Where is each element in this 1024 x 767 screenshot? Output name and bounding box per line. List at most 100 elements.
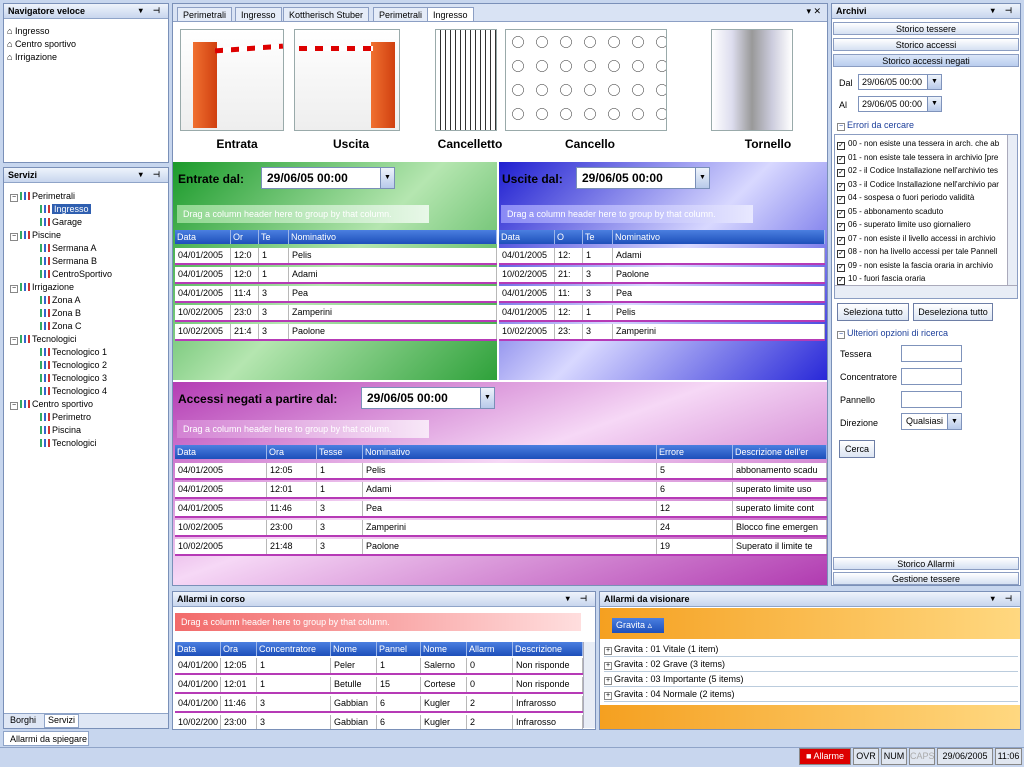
col-nominativo[interactable]: Nominativo: [613, 230, 825, 244]
doc-tab-perimetrali-2[interactable]: Perimetrali: [373, 7, 429, 21]
doc-tab-kottherisch[interactable]: Kottherisch Stuber: [283, 7, 370, 21]
doc-tab-perimetrali[interactable]: Perimetrali: [177, 7, 233, 21]
col-nominativo[interactable]: Nominativo: [363, 445, 657, 459]
gravita-group-row[interactable]: + Gravita : 03 Importante (5 items): [604, 673, 1018, 687]
table-row[interactable]: 04/01/2005 12:0 1 Adami: [175, 267, 497, 284]
col-ora[interactable]: Ora: [221, 642, 257, 656]
uscite-date-picker[interactable]: 29/06/05 00:00 ▼: [576, 167, 710, 189]
table-row[interactable]: 10/02/2005 21: 3 Paolone: [499, 267, 825, 284]
tree-leaf[interactable]: Tecnologico 3: [40, 372, 107, 384]
chevron-down-icon[interactable]: ▼: [380, 168, 394, 188]
col-nome[interactable]: Nome: [331, 642, 377, 656]
col-data[interactable]: Data: [175, 642, 221, 656]
device-tornello-image[interactable]: [711, 29, 793, 131]
gravita-group-row[interactable]: + Gravita : 01 Vitale (1 item): [604, 643, 1018, 657]
negati-group-hint[interactable]: Drag a column header here to group by th…: [177, 420, 429, 438]
tree-leaf[interactable]: Tecnologici: [40, 437, 97, 449]
tree-leaf[interactable]: Tecnologico 4: [40, 385, 107, 397]
col-nominativo[interactable]: Nominativo: [289, 230, 497, 244]
chevron-down-icon[interactable]: ▼: [480, 388, 494, 408]
checkbox-checked-icon[interactable]: ✓: [837, 277, 845, 285]
device-uscita-image[interactable]: [294, 29, 400, 131]
expand-icon[interactable]: +: [604, 662, 612, 670]
tree-node[interactable]: − Centro sportivo: [10, 398, 93, 410]
errore-checkbox-item[interactable]: ✓ 10 - fuori fascia oraria: [837, 272, 1007, 285]
checkbox-checked-icon[interactable]: ✓: [837, 196, 845, 204]
col-concentratore[interactable]: Concentratore: [257, 642, 331, 656]
device-cancelletto-image[interactable]: [435, 29, 497, 131]
checkbox-checked-icon[interactable]: ✓: [837, 209, 845, 218]
table-row[interactable]: 04/01/2005 11: 3 Pea: [499, 286, 825, 303]
table-row[interactable]: 04/01/2005 12:01 1 Adami 6 superato limite us…: [175, 482, 827, 499]
tessera-input[interactable]: [901, 345, 962, 362]
tree-leaf[interactable]: Sermana B: [40, 255, 97, 267]
tree-leaf[interactable]: Zona B: [40, 307, 81, 319]
checkbox-checked-icon[interactable]: ✓: [837, 236, 845, 245]
tree-leaf[interactable]: Piscina: [40, 424, 81, 436]
cerca-button[interactable]: Cerca: [839, 440, 875, 458]
chevron-down-icon[interactable]: ▼: [695, 168, 709, 188]
chevron-down-icon[interactable]: ▼: [947, 414, 961, 429]
tree-leaf[interactable]: Ingresso: [40, 203, 91, 215]
collapse-icon[interactable]: −: [10, 337, 18, 345]
allarmi-scrollbar[interactable]: [583, 642, 595, 728]
tree-leaf[interactable]: Zona A: [40, 294, 81, 306]
tree-leaf[interactable]: Sermana A: [40, 242, 97, 254]
tree-leaf[interactable]: Tecnologico 2: [40, 359, 107, 371]
table-row[interactable]: 04/01/2005 12:05 1 Pelis 5 abbonamento scadu: [175, 463, 827, 480]
concentratore-input[interactable]: [901, 368, 962, 385]
device-cancello-image[interactable]: [505, 29, 667, 131]
negati-date-picker[interactable]: 29/06/05 00:00 ▼: [361, 387, 495, 409]
deseleziona-tutto-button[interactable]: Deseleziona tutto: [913, 303, 993, 321]
col-data[interactable]: Data: [175, 230, 231, 244]
checkbox-checked-icon[interactable]: ✓: [837, 263, 845, 272]
storico-tessere-button[interactable]: Storico tessere: [833, 22, 1019, 35]
nav-item-centro-sportivo[interactable]: ⌂ Centro sportivo: [7, 38, 76, 50]
checkbox-checked-icon[interactable]: ✓: [837, 250, 845, 258]
tree-leaf[interactable]: Tecnologico 1: [40, 346, 107, 358]
table-row[interactable]: 04/01/200 11:46 3 Gabbian 6 Kugler 2 Infrarosso: [175, 696, 583, 713]
dal-date-picker[interactable]: 29/06/05 00:00 ▼: [858, 74, 942, 90]
errore-checkbox-item[interactable]: ✓ 09 - non esiste la fascia oraria in arc…: [837, 259, 1007, 272]
col-tessera[interactable]: Tesse: [317, 445, 363, 459]
checkbox-checked-icon[interactable]: ✓: [837, 182, 845, 191]
col-errore[interactable]: Errore: [657, 445, 733, 459]
storico-allarmi-button[interactable]: Storico Allarmi: [833, 557, 1019, 570]
allarmi-group-hint[interactable]: Drag a column header here to group by th…: [175, 613, 581, 631]
col-ora[interactable]: Ora: [267, 445, 317, 459]
pin-icon[interactable]: ▾ ⊣: [991, 4, 1016, 18]
errore-checkbox-item[interactable]: ✓ 02 - il Codice Installazione nell'archi…: [837, 164, 1007, 177]
chevron-down-icon[interactable]: ▼: [927, 75, 941, 89]
entrate-date-picker[interactable]: 29/06/05 00:00 ▼: [261, 167, 395, 189]
tab-servizi[interactable]: Servizi: [44, 714, 80, 728]
al-date-picker[interactable]: 29/06/05 00:00 ▼: [858, 96, 942, 112]
tree-node[interactable]: − Tecnologici: [10, 333, 77, 345]
table-row[interactable]: 04/01/200 12:01 1 Betulle 15 Cortese 0 Non risp…: [175, 677, 583, 694]
errore-checkbox-item[interactable]: ✓ 08 - non ha livello accessi per tale Pa…: [837, 245, 1007, 258]
gravita-group-button[interactable]: Gravita ▵: [612, 618, 664, 633]
errore-checkbox-item[interactable]: ✓ 04 - sospesa o fuori periodo validità: [837, 191, 1007, 204]
col-tessera[interactable]: Te: [259, 230, 289, 244]
ulteriori-header[interactable]: − Ulteriori opzioni di ricerca: [837, 328, 948, 339]
close-icon[interactable]: ▾ ✕: [806, 6, 821, 17]
tree-node[interactable]: − Piscine: [10, 229, 61, 241]
tree-leaf[interactable]: Perimetro: [40, 411, 91, 423]
device-entrata-image[interactable]: [180, 29, 284, 131]
table-row[interactable]: 10/02/2005 21:4 3 Paolone: [175, 324, 497, 341]
table-row[interactable]: 04/01/2005 11:46 3 Pea 12 superato limite con…: [175, 501, 827, 518]
table-row[interactable]: 10/02/2005 23:0 3 Zamperini: [175, 305, 497, 322]
gestione-tessere-button[interactable]: Gestione tessere: [833, 572, 1019, 585]
tree-node[interactable]: − Irrigazione: [10, 281, 74, 293]
col-nome-2[interactable]: Nome: [421, 642, 467, 656]
pin-icon[interactable]: ▾ ⊣: [991, 592, 1016, 606]
expand-icon[interactable]: +: [604, 692, 612, 700]
errore-checkbox-item[interactable]: ✓ 07 - non esiste il livello accessi in a…: [837, 232, 1007, 245]
errore-checkbox-item[interactable]: ✓ 06 - superato limite uso giornaliero: [837, 218, 1007, 231]
table-row[interactable]: 04/01/2005 12:0 1 Pelis: [175, 248, 497, 265]
collapse-icon[interactable]: −: [837, 331, 845, 339]
checkbox-checked-icon[interactable]: ✓: [837, 169, 845, 177]
expand-icon[interactable]: +: [604, 677, 612, 685]
errori-hscrollbar[interactable]: [835, 285, 1017, 298]
checkbox-checked-icon[interactable]: ✓: [837, 142, 845, 150]
chevron-down-icon[interactable]: ▼: [927, 97, 941, 111]
